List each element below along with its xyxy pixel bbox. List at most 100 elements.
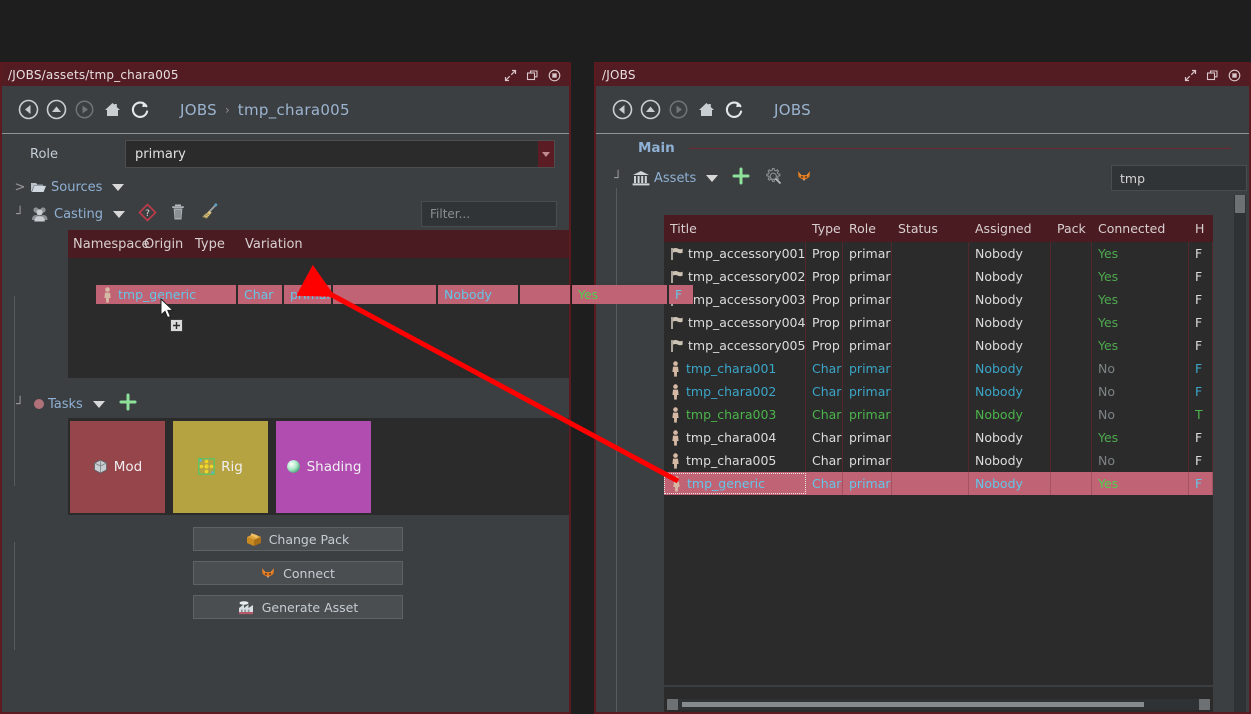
restore-icon[interactable]	[526, 69, 539, 82]
assets-table-header: Title Type Role Status Assigned Pack Connected…	[664, 215, 1213, 242]
table-row[interactable]: tmp_chara005 Char primar Nobody No F	[664, 449, 1213, 472]
drag-cell-7[interactable]: F	[669, 285, 693, 304]
trash-icon[interactable]	[170, 203, 186, 225]
assets-col-h[interactable]: H	[1189, 221, 1213, 236]
assets-col-role[interactable]: Role	[843, 221, 892, 236]
casting-chevron-down-icon[interactable]	[113, 210, 126, 218]
table-row[interactable]: tmp_accessory005 Prop primar Nobody Yes F	[664, 334, 1213, 357]
task-card-mod[interactable]: Mod	[70, 420, 165, 513]
chevron-down-icon[interactable]	[538, 141, 554, 167]
sources-expander[interactable]: >	[10, 180, 30, 195]
tree-row-sources[interactable]: > Sources	[2, 174, 569, 200]
breadcrumb-item-jobs[interactable]: JOBS	[774, 101, 811, 119]
tasks-chevron-down-icon[interactable]	[92, 400, 105, 408]
tree-row-tasks[interactable]: ┘ Tasks	[2, 390, 569, 418]
refresh-icon[interactable]	[724, 99, 745, 120]
breadcrumb-item-asset[interactable]: tmp_chara005	[238, 101, 350, 119]
change-pack-button[interactable]: Change Pack	[192, 527, 403, 551]
cell-title: tmp_chara001	[664, 357, 806, 380]
drag-cell-4[interactable]: Nobody	[438, 285, 518, 304]
up-icon[interactable]	[640, 99, 661, 120]
expand-icon[interactable]	[504, 69, 517, 82]
cell-h: F	[1189, 242, 1213, 265]
asset-search-input[interactable]: tmp	[1111, 165, 1247, 191]
assets-expander[interactable]: ┘	[604, 171, 632, 186]
role-label: Role	[30, 146, 59, 162]
assets-col-assigned[interactable]: Assigned	[969, 221, 1051, 236]
drag-cell-6[interactable]: Yes	[572, 285, 667, 304]
task-card-label: Shading	[306, 458, 362, 475]
table-row[interactable]: tmp_accessory003 Prop primar Nobody Yes F	[664, 288, 1213, 311]
casting-filter-input[interactable]: Filter...	[421, 201, 557, 227]
refresh-icon[interactable]	[130, 99, 151, 120]
back-icon[interactable]	[18, 99, 39, 120]
drag-cell-5[interactable]	[520, 285, 570, 304]
casting-col-type[interactable]: Type	[195, 237, 245, 252]
connect-button[interactable]: Connect	[192, 561, 403, 585]
cell-assigned: Nobody	[969, 265, 1051, 288]
drag-ghost-row[interactable]: tmp_generic Char primar Nobody Yes F	[96, 285, 695, 304]
casting-col-variation[interactable]: Variation	[245, 237, 335, 252]
tasks-expander[interactable]: ┘	[10, 397, 30, 412]
table-row[interactable]: tmp_accessory004 Prop primar Nobody Yes F	[664, 311, 1213, 334]
casting-col-namespace[interactable]: Namespace	[68, 237, 150, 252]
gear-search-icon[interactable]	[764, 167, 783, 190]
right-panel: /JOBS JOBS Main ┘ Assets tmp Title Type …	[594, 62, 1251, 714]
sources-chevron-down-icon[interactable]	[112, 183, 125, 191]
assets-col-type[interactable]: Type	[806, 221, 843, 236]
drag-cell-3[interactable]	[333, 285, 436, 304]
hscroll-thumb[interactable]	[682, 702, 1144, 707]
back-icon[interactable]	[612, 99, 633, 120]
hscroll-track[interactable]	[678, 699, 1199, 710]
assets-col-connected[interactable]: Connected	[1092, 221, 1189, 236]
assets-col-status[interactable]: Status	[892, 221, 969, 236]
table-row[interactable]: tmp_accessory001 Prop primar Nobody Yes F	[664, 242, 1213, 265]
casting-expander[interactable]: ┘	[10, 207, 30, 222]
breadcrumb-item-jobs[interactable]: JOBS	[180, 101, 217, 119]
hscroll-right-arrow[interactable]	[1199, 699, 1210, 710]
cell-role: primar	[843, 357, 892, 380]
table-row[interactable]: tmp_chara003 Char primar Nobody No T	[664, 403, 1213, 426]
close-icon[interactable]	[548, 69, 561, 82]
restore-icon[interactable]	[1206, 69, 1219, 82]
assets-col-pack[interactable]: Pack	[1051, 221, 1092, 236]
assets-col-title[interactable]: Title	[664, 221, 806, 236]
close-icon[interactable]	[1228, 69, 1241, 82]
horizontal-scrollbar[interactable]	[667, 699, 1210, 710]
forward-icon[interactable]	[74, 99, 95, 120]
table-row[interactable]: tmp_chara001 Char primar Nobody No F	[664, 357, 1213, 380]
casting-col-origin[interactable]: Origin	[144, 237, 195, 252]
forward-icon[interactable]	[668, 99, 689, 120]
task-card-rig[interactable]: Rig	[173, 420, 268, 513]
cell-connected: Yes	[1092, 426, 1189, 449]
expand-icon[interactable]	[1184, 69, 1197, 82]
role-combobox[interactable]: primary	[125, 140, 555, 168]
cell-pack	[1051, 380, 1092, 403]
drag-cell-2[interactable]: primar	[284, 285, 332, 304]
up-icon[interactable]	[46, 99, 67, 120]
plus-icon[interactable]	[731, 166, 751, 190]
drag-cell-1[interactable]: Char	[238, 285, 282, 304]
right-panel-title: /JOBS	[602, 68, 636, 82]
tree-row-casting[interactable]: ┘ Casting ? Filter...	[2, 200, 569, 228]
table-row[interactable]: tmp_accessory002 Prop primar Nobody Yes F	[664, 265, 1213, 288]
drag-cell-0[interactable]: tmp_generic	[96, 285, 236, 304]
casting-table-header: Namespace Origin Type Variation	[68, 230, 569, 258]
table-row[interactable]: tmp_chara002 Char primar Nobody No F	[664, 380, 1213, 403]
cell-assigned: Nobody	[969, 288, 1051, 311]
generate-asset-button[interactable]: Generate Asset	[192, 595, 403, 619]
help-diamond-icon[interactable]: ?	[138, 202, 157, 226]
task-card-shading[interactable]: Shading	[276, 420, 371, 513]
folder-icon	[30, 180, 47, 194]
table-row[interactable]: tmp_chara004 Char primar Nobody Yes F	[664, 426, 1213, 449]
hscroll-left-arrow[interactable]	[667, 699, 678, 710]
table-row[interactable]: tmp_generic Char primar Nobody Yes F	[664, 472, 1213, 495]
vertical-scrollbar[interactable]	[1234, 195, 1246, 712]
add-task-button[interactable]	[118, 392, 138, 416]
assets-chevron-down-icon[interactable]	[706, 174, 719, 182]
broom-icon[interactable]	[199, 202, 218, 226]
fox-icon[interactable]	[796, 169, 812, 188]
home-icon[interactable]	[102, 99, 123, 120]
home-icon[interactable]	[696, 99, 717, 120]
vscroll-thumb[interactable]	[1235, 195, 1245, 213]
